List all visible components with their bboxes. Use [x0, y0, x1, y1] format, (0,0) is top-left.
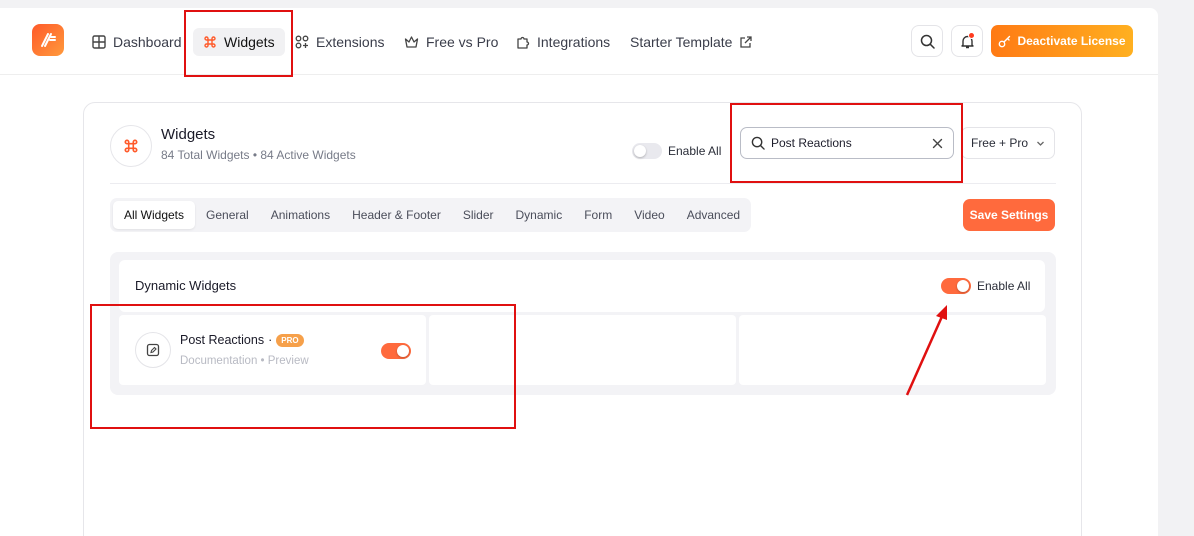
page-title: Widgets [161, 126, 216, 143]
command-icon [124, 139, 138, 153]
nav-extensions[interactable]: Extensions [295, 28, 384, 56]
tab-dynamic[interactable]: Dynamic [505, 201, 574, 229]
empty-widget-slot [739, 315, 1046, 385]
external-link-icon [740, 35, 753, 48]
nav-dashboard-label: Dashboard [113, 34, 182, 50]
tab-general[interactable]: General [195, 201, 260, 229]
app-window: Dashboard Widgets Extensions Free vs Pro… [0, 8, 1158, 536]
key-icon [999, 35, 1011, 47]
chevron-down-icon [1037, 141, 1044, 146]
section-enable-all-toggle[interactable] [941, 278, 971, 294]
nav-free-vs-pro[interactable]: Free vs Pro [404, 28, 498, 56]
nav-integrations-label: Integrations [537, 34, 611, 50]
header-divider [110, 183, 1056, 184]
annotation-box-widget-card [90, 304, 516, 429]
crown-icon [404, 36, 419, 48]
nav-free-vs-pro-label: Free vs Pro [426, 34, 499, 50]
nav-integrations[interactable]: Integrations [516, 28, 610, 56]
plan-filter-select[interactable]: Free + Pro [961, 127, 1055, 159]
tab-header-footer[interactable]: Header & Footer [341, 201, 452, 229]
nav-extensions-label: Extensions [316, 34, 385, 50]
widgets-count: 84 Total Widgets • 84 Active Widgets [161, 148, 356, 162]
grid-icon [92, 35, 106, 49]
section-enable-all-label: Enable All [977, 279, 1031, 293]
tab-form[interactable]: Form [573, 201, 623, 229]
notifications-button[interactable] [951, 25, 983, 57]
tab-all-widgets[interactable]: All Widgets [113, 201, 196, 229]
search-icon [920, 34, 935, 49]
search-button[interactable] [911, 25, 943, 57]
annotation-box-widgets-tab [184, 10, 293, 77]
tab-video[interactable]: Video [623, 201, 675, 229]
brand-logo-icon[interactable] [32, 24, 64, 56]
deactivate-license-button[interactable]: Deactivate License [991, 25, 1133, 57]
puzzle-icon [517, 36, 530, 49]
top-navigation: Dashboard Widgets Extensions Free vs Pro… [0, 8, 1158, 75]
section-title: Dynamic Widgets [135, 278, 237, 293]
nav-starter-template-label: Starter Template [630, 34, 733, 50]
deactivate-license-label: Deactivate License [1017, 34, 1126, 48]
enable-all-label: Enable All [668, 144, 722, 158]
tab-advanced[interactable]: Advanced [676, 201, 751, 229]
enable-all-toggle[interactable] [632, 143, 662, 159]
nav-starter-template[interactable]: Starter Template [630, 28, 753, 56]
annotation-box-search [730, 103, 963, 183]
extensions-icon [295, 35, 309, 49]
tab-animations[interactable]: Animations [260, 201, 341, 229]
notification-dot [968, 32, 975, 39]
save-settings-button[interactable]: Save Settings [963, 199, 1055, 231]
tab-slider[interactable]: Slider [452, 201, 505, 229]
plan-filter-value: Free + Pro [970, 136, 1029, 150]
widgets-header-icon [110, 125, 152, 167]
nav-dashboard[interactable]: Dashboard [92, 28, 182, 56]
annotation-arrow [905, 305, 947, 396]
category-tabs: All Widgets General Animations Header & … [110, 198, 751, 232]
